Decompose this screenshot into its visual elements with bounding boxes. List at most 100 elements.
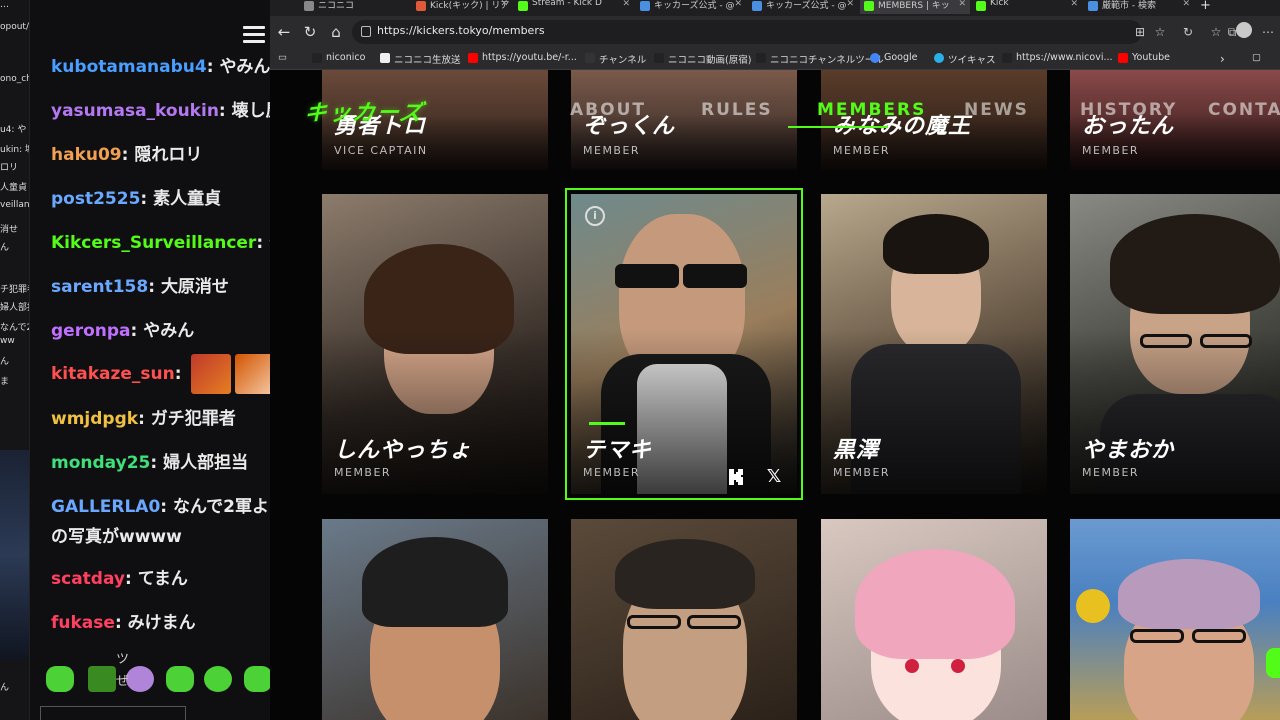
chat-username[interactable]: geronpa: [51, 321, 131, 341]
member-card[interactable]: [571, 519, 797, 720]
chat-text: ガチ犯罪者: [150, 409, 236, 429]
reload-icon[interactable]: ↻: [300, 22, 320, 42]
chat-username[interactable]: Kikcers_Surveillancer: [51, 233, 256, 253]
nav-about[interactable]: ABOUT: [570, 100, 646, 120]
member-card[interactable]: [1070, 519, 1280, 720]
member-card[interactable]: [821, 519, 1047, 720]
refresh-ext-icon[interactable]: ↻: [1180, 24, 1196, 40]
member-role: MEMBER: [583, 466, 641, 479]
chat-username[interactable]: scatday: [51, 569, 125, 589]
browser-tab[interactable]: Kick(キック) | リア ✕: [412, 0, 512, 14]
bookmark-item[interactable]: Google: [870, 52, 918, 63]
nav-members[interactable]: MEMBERS: [817, 100, 926, 120]
lock-icon[interactable]: [361, 26, 371, 37]
tab-title: Kick(キック) | リア: [430, 1, 510, 11]
more-menu-icon[interactable]: ⋯: [1260, 24, 1276, 40]
close-icon[interactable]: ✕: [1070, 0, 1078, 9]
profile-avatar[interactable]: [1236, 22, 1252, 38]
close-icon[interactable]: ✕: [500, 0, 508, 9]
emote-button[interactable]: [88, 666, 116, 692]
browser-tab[interactable]: キッカーズ公式 - @ ✕: [748, 0, 858, 14]
chat-message: GALLERLA0: なんで2軍よ: [51, 497, 269, 517]
browser-tab[interactable]: Stream - Kick D ✕: [514, 0, 634, 14]
screen: … opout/p ono_ch u4: や ukin: 壊 ロリ 人童貞 ve…: [0, 0, 1280, 720]
close-icon[interactable]: ✕: [846, 0, 854, 9]
chat-username[interactable]: sarent158: [51, 277, 148, 297]
member-card[interactable]: [322, 519, 548, 720]
bookmark-item[interactable]: ニコニコ動画(原宿): [654, 52, 751, 66]
x-logo-icon[interactable]: 𝕏: [765, 468, 783, 486]
browser-tab[interactable]: ニコニコ: [300, 0, 410, 14]
browser-tab-active[interactable]: MEMBERS | キッ ✕: [860, 0, 970, 14]
chat-username[interactable]: post2525: [51, 189, 140, 209]
kick-logo-icon[interactable]: [727, 468, 745, 486]
chat-username[interactable]: monday25: [51, 453, 150, 473]
emote-button[interactable]: [166, 666, 194, 692]
chat-message: post2525: 素人童貞: [51, 189, 222, 209]
chevron-right-icon[interactable]: ›: [1220, 52, 1225, 66]
nav-rules[interactable]: RULES: [701, 100, 773, 120]
side-widget-tab[interactable]: [1266, 648, 1280, 678]
bookmark-item[interactable]: ニコニコチャンネルツール: [756, 52, 884, 66]
member-role: MEMBER: [583, 144, 641, 157]
favorites-icon[interactable]: ☆: [1208, 24, 1224, 40]
close-icon[interactable]: ✕: [958, 0, 966, 9]
video-thumbnail-strip: [0, 450, 29, 660]
nav-active-underline: [788, 126, 888, 128]
nav-contact[interactable]: CONTACT: [1208, 100, 1280, 120]
close-icon[interactable]: ✕: [1182, 0, 1190, 9]
bookmark-item[interactable]: https://www.nicovi...: [1002, 52, 1113, 63]
chat-username[interactable]: fukase: [51, 613, 115, 633]
url-bar[interactable]: https://kickers.tokyo/members: [352, 20, 1142, 44]
bookmark-apps-icon[interactable]: ▭: [278, 52, 287, 63]
member-card-selected[interactable]: i テマキ MEMBER 𝕏: [565, 188, 803, 500]
browser-tab[interactable]: 厳範市 - 検索 ✕: [1084, 0, 1194, 14]
chat-username[interactable]: GALLERLA0: [51, 497, 160, 517]
chat-input[interactable]: [40, 706, 186, 720]
bookmark-item[interactable]: Youtube: [1118, 52, 1170, 63]
chat-username[interactable]: kitakaze_sun: [51, 364, 175, 384]
member-card[interactable]: やまおか MEMBER: [1070, 194, 1280, 494]
bookmark-item[interactable]: ツイキャス: [934, 52, 996, 66]
chat-username[interactable]: kubotamanabu4: [51, 57, 207, 77]
chat-username[interactable]: haku09: [51, 145, 122, 165]
info-icon[interactable]: i: [585, 206, 605, 226]
back-arrow-icon[interactable]: ←: [274, 22, 294, 42]
chat-username[interactable]: yasumasa_koukin: [51, 101, 219, 121]
bookmark-item[interactable]: niconico: [312, 52, 365, 63]
member-card[interactable]: しんやっちょ MEMBER: [322, 194, 548, 494]
star-icon[interactable]: ☆: [1152, 24, 1168, 40]
nav-news[interactable]: NEWS: [964, 100, 1029, 120]
bookmark-item[interactable]: チャンネル: [585, 52, 646, 66]
browser-tab[interactable]: キッカーズ公式 - @ ✕: [636, 0, 746, 14]
member-card[interactable]: 黒澤 MEMBER: [821, 194, 1047, 494]
edge-fragment: ロリ: [0, 163, 19, 173]
emote-bar-glyph: ぜ: [116, 674, 130, 689]
nav-history[interactable]: HISTORY: [1080, 100, 1177, 120]
tab-favicon: [416, 1, 426, 11]
chat-menu-icon[interactable]: [243, 26, 265, 48]
browser-tab[interactable]: Kick ✕: [972, 0, 1082, 14]
emote-button[interactable]: [46, 666, 74, 692]
url-text[interactable]: https://kickers.tokyo/members: [377, 24, 545, 37]
emote-button[interactable]: [204, 666, 232, 692]
bookmark-item[interactable]: https://youtu.be/-r...: [468, 52, 577, 63]
close-icon[interactable]: ✕: [734, 0, 742, 9]
site-logo[interactable]: キッカーズ: [302, 95, 427, 127]
chat-edge-strip: … opout/p ono_ch u4: や ukin: 壊 ロリ 人童貞 ve…: [0, 0, 30, 720]
emote-button[interactable]: [126, 666, 154, 692]
chat-text: 隠れロリ: [134, 145, 203, 165]
home-icon[interactable]: ⌂: [326, 22, 346, 42]
emote-button[interactable]: [244, 666, 270, 692]
bookmark-favicon: [1002, 53, 1012, 63]
tab-title: キッカーズ公式 - @: [654, 1, 735, 11]
close-icon[interactable]: ✕: [622, 0, 630, 9]
bookmark-favicon: [934, 53, 944, 63]
new-tab-icon[interactable]: +: [1200, 0, 1220, 14]
chat-username[interactable]: wmjdpgk: [51, 409, 138, 429]
chat-message: geronpa: やみん: [51, 321, 195, 341]
folder-icon[interactable]: ▢: [1252, 52, 1261, 63]
translate-icon[interactable]: ⊞: [1132, 24, 1148, 40]
bookmark-item[interactable]: ニコニコ生放送: [380, 52, 461, 66]
chat-message-continuation: の写真がwwww: [51, 526, 182, 548]
